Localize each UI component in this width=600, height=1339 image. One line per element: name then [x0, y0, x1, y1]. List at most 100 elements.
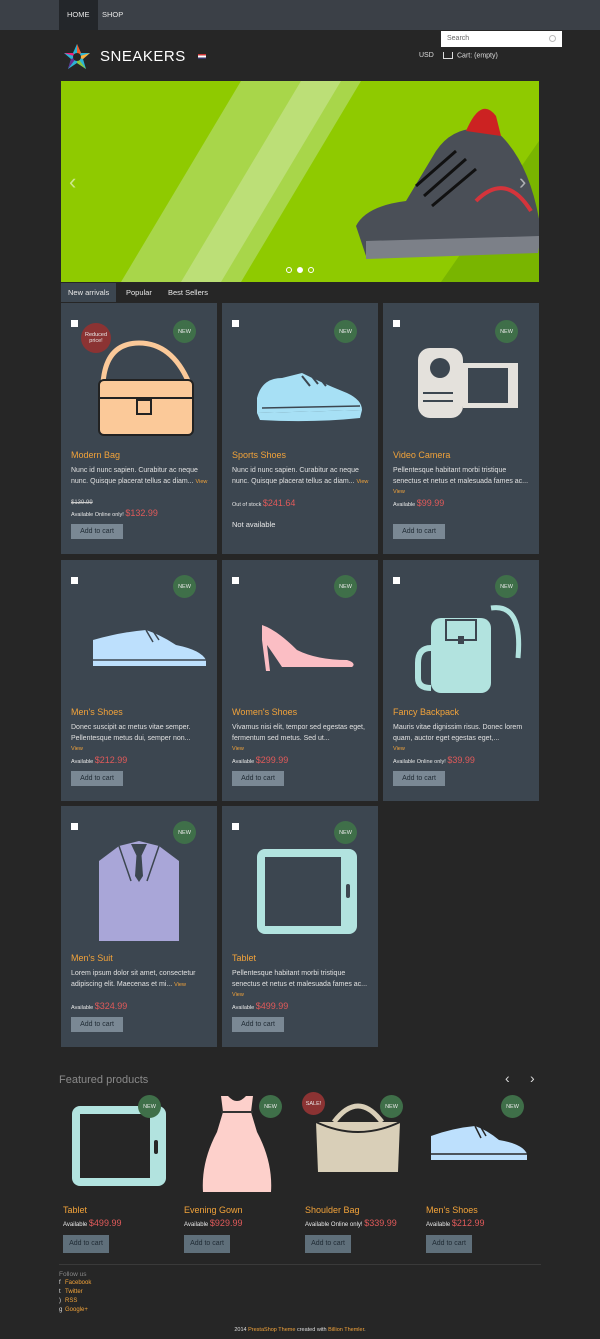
product-card-video-camera[interactable]: NEW Video Camera Pellentesque habitant m…	[383, 303, 539, 554]
view-link[interactable]: View	[196, 479, 208, 485]
featured-next-arrow[interactable]: ›	[530, 1070, 535, 1086]
brand-name[interactable]: SNEAKERS	[100, 48, 186, 65]
theme-link[interactable]: PrestaShop Theme	[248, 1327, 295, 1333]
product-name[interactable]: Men's Shoes	[71, 707, 123, 717]
search-placeholder: Search	[447, 35, 470, 42]
view-link[interactable]: View	[393, 489, 405, 495]
cart-link[interactable]: Cart: (empty)	[443, 52, 498, 59]
sneaker-image	[356, 108, 539, 259]
price: $929.99	[209, 1218, 243, 1228]
product-card-fancy-backpack[interactable]: NEW Fancy Backpack Mauris vitae dignissi…	[383, 560, 539, 801]
heel-icon	[262, 625, 354, 671]
slider-dot-2[interactable]	[297, 267, 303, 273]
compare-checkbox[interactable]	[393, 577, 400, 584]
twitter-link[interactable]: t Twitter	[59, 1289, 83, 1295]
slider-prev-arrow[interactable]: ‹	[69, 169, 76, 195]
view-link[interactable]: View	[393, 746, 405, 752]
flag-icon[interactable]	[198, 54, 206, 59]
bag-icon	[98, 340, 194, 436]
compare-checkbox[interactable]	[71, 577, 78, 584]
view-link[interactable]: View	[357, 479, 369, 485]
featured-item-mens-shoes[interactable]: NEW Men's Shoes Available $212.99 Add to…	[423, 1092, 535, 1253]
product-card-tablet[interactable]: NEW Tablet Pellentesque habitant morbi t…	[222, 806, 378, 1047]
add-to-cart-button[interactable]: Add to cart	[305, 1235, 351, 1253]
add-to-cart-button[interactable]: Add to cart	[232, 1017, 284, 1032]
view-link[interactable]: View	[174, 982, 186, 988]
product-card-mens-suit[interactable]: NEW Men's Suit Lorem ipsum dolor sit ame…	[61, 806, 217, 1047]
tab-popular[interactable]: Popular	[119, 283, 159, 302]
themler-link[interactable]: Billion Themler	[328, 1327, 364, 1333]
product-name[interactable]: Video Camera	[393, 450, 450, 460]
backpack-icon	[415, 605, 522, 693]
compare-checkbox[interactable]	[232, 823, 239, 830]
compare-checkbox[interactable]	[71, 823, 78, 830]
product-card-sports-shoes[interactable]: NEW Sports Shoes Nunc id nunc sapien. Cu…	[222, 303, 378, 554]
slider-dot-1[interactable]	[286, 267, 292, 273]
nav-shop[interactable]: SHOP	[94, 0, 131, 30]
add-to-cart-button[interactable]: Add to cart	[393, 771, 445, 786]
sneaker-icon	[257, 373, 362, 422]
add-to-cart-button[interactable]: Add to cart	[393, 524, 445, 539]
compare-checkbox[interactable]	[393, 320, 400, 327]
product-name[interactable]: Men's Suit	[71, 953, 113, 963]
compare-checkbox[interactable]	[232, 320, 239, 327]
compare-checkbox[interactable]	[232, 577, 239, 584]
add-to-cart-button[interactable]: Add to cart	[71, 771, 123, 786]
cart-icon	[443, 52, 453, 59]
availability: Available $324.99	[71, 1001, 128, 1011]
featured-name[interactable]: Shoulder Bag	[305, 1205, 360, 1215]
new-badge: NEW	[259, 1095, 282, 1118]
product-name[interactable]: Modern Bag	[71, 450, 120, 460]
product-card-womens-shoes[interactable]: NEW Women's Shoes Vivamus nisi elit, tem…	[222, 560, 378, 801]
currency-selector[interactable]: USD	[419, 52, 434, 59]
slider-next-arrow[interactable]: ›	[519, 169, 526, 195]
google-plus-link[interactable]: g Google+	[59, 1307, 88, 1313]
featured-name[interactable]: Tablet	[63, 1205, 87, 1215]
view-link[interactable]: View	[232, 746, 244, 752]
rss-link[interactable]: ) RSS	[59, 1298, 77, 1304]
hero-slider: ‹ ›	[61, 81, 539, 282]
product-card-mens-shoes[interactable]: NEW Men's Shoes Donec suscipit ac metus …	[61, 560, 217, 801]
featured-item-evening-gown[interactable]: NEW Evening Gown Available $929.99 Add t…	[181, 1092, 293, 1253]
featured-name[interactable]: Men's Shoes	[426, 1205, 478, 1215]
product-name[interactable]: Sports Shoes	[232, 450, 286, 460]
nav-home[interactable]: HOME	[59, 0, 98, 30]
product-description: Nunc id nunc sapien. Curabitur ac neque …	[71, 467, 208, 485]
search-input[interactable]: Search	[441, 31, 562, 47]
slider-dot-3[interactable]	[308, 267, 314, 273]
featured-name[interactable]: Evening Gown	[184, 1205, 243, 1215]
add-to-cart-button[interactable]: Add to cart	[71, 1017, 123, 1032]
tab-best-sellers[interactable]: Best Sellers	[161, 283, 215, 302]
add-to-cart-button[interactable]: Add to cart	[63, 1235, 109, 1253]
new-badge: NEW	[495, 575, 518, 598]
add-to-cart-button[interactable]: Add to cart	[184, 1235, 230, 1253]
logo-icon[interactable]	[63, 43, 91, 71]
featured-availability: Available $499.99	[63, 1218, 122, 1228]
availability: Available $212.99	[71, 755, 128, 765]
add-to-cart-button[interactable]: Add to cart	[71, 524, 123, 539]
price: $241.64	[262, 498, 296, 508]
search-icon[interactable]	[549, 35, 556, 42]
product-card-modern-bag[interactable]: Reduced price! NEW Modern Bag Nunc id nu…	[61, 303, 217, 554]
facebook-link[interactable]: f Facebook	[59, 1280, 91, 1286]
featured-item-tablet[interactable]: NEW Tablet Available $499.99 Add to cart	[60, 1092, 172, 1253]
price: $499.99	[255, 1001, 289, 1011]
tab-new-arrivals[interactable]: New arrivals	[61, 283, 117, 302]
price: $99.99	[416, 498, 445, 508]
product-name[interactable]: Fancy Backpack	[393, 707, 459, 717]
new-badge: NEW	[138, 1095, 161, 1118]
product-tabs: New arrivals Popular Best Sellers	[61, 283, 539, 302]
availability: Available $499.99	[232, 1001, 289, 1011]
featured-item-shoulder-bag[interactable]: SALE! NEW Shoulder Bag Available Online …	[302, 1092, 414, 1253]
featured-prev-arrow[interactable]: ‹	[505, 1070, 510, 1086]
compare-checkbox[interactable]	[71, 320, 78, 327]
new-badge: NEW	[334, 821, 357, 844]
product-name[interactable]: Tablet	[232, 953, 256, 963]
price: $499.99	[88, 1218, 122, 1228]
add-to-cart-button[interactable]: Add to cart	[426, 1235, 472, 1253]
product-name[interactable]: Women's Shoes	[232, 707, 297, 717]
product-description: Pellentesque habitant morbi tristique se…	[393, 467, 529, 495]
view-link[interactable]: View	[71, 746, 83, 752]
view-link[interactable]: View	[232, 992, 244, 998]
add-to-cart-button[interactable]: Add to cart	[232, 771, 284, 786]
